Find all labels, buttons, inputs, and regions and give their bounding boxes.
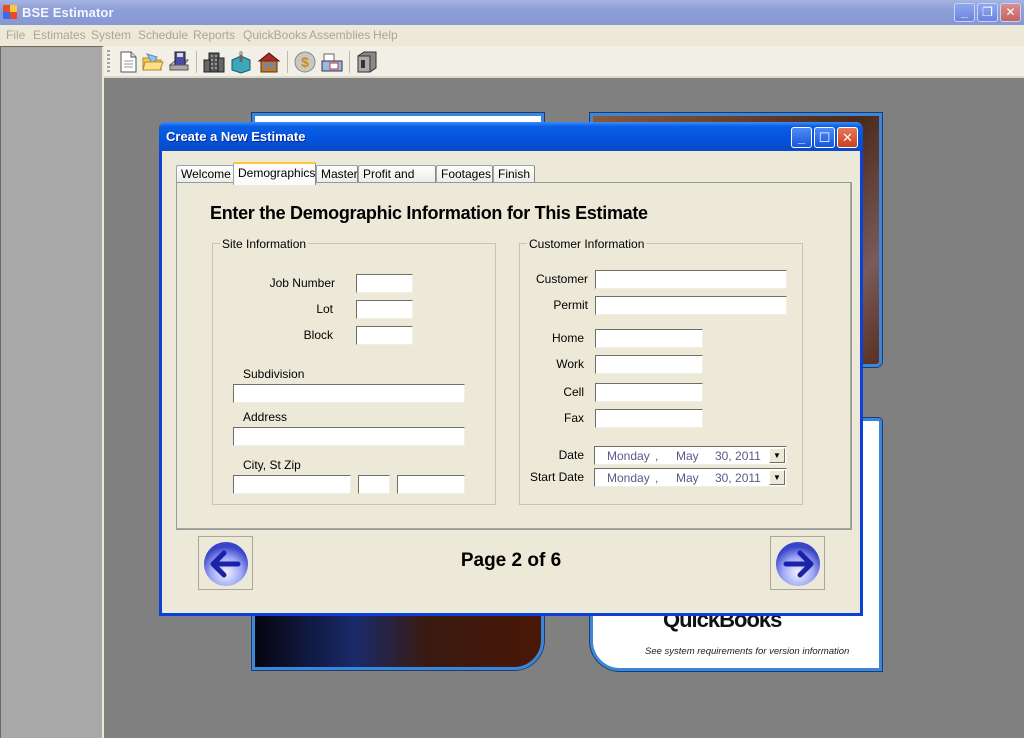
start-date-separator: , — [655, 471, 659, 485]
customer-label: Customer — [535, 272, 588, 286]
dialog-title: Create a New Estimate — [166, 129, 306, 144]
dialog-close-button[interactable]: ✕ — [837, 127, 858, 148]
fax-input[interactable] — [595, 409, 703, 428]
building-icon[interactable] — [202, 50, 226, 74]
date-month: May — [676, 449, 699, 463]
start-date-day-year: 30, 2011 — [715, 471, 761, 485]
menu-assemblies[interactable]: Assemblies — [309, 28, 370, 42]
block-input[interactable] — [356, 326, 413, 345]
state-input[interactable] — [358, 475, 390, 494]
city-st-zip-label: City, St Zip — [243, 458, 301, 472]
safe-icon[interactable] — [355, 50, 379, 74]
app-title: BSE Estimator — [22, 5, 114, 20]
menu-reports[interactable]: Reports — [193, 28, 235, 42]
page-heading: Enter the Demographic Information for Th… — [210, 203, 648, 223]
save-disk-icon[interactable] — [167, 50, 191, 74]
date-weekday: Monday — [607, 449, 650, 463]
demographics-tab-panel: Enter the Demographic Information for Th… — [176, 182, 852, 530]
restore-button[interactable]: ❐ — [977, 3, 998, 22]
arrow-right-icon — [776, 542, 820, 586]
toolbar-separator — [287, 51, 288, 73]
chevron-down-icon[interactable]: ▼ — [769, 448, 785, 463]
work-phone-label: Work — [556, 357, 584, 371]
date-label: Date — [558, 448, 584, 462]
date-day-year: 30, 2011 — [715, 449, 761, 463]
app-title-bar: BSE Estimator _ ❐ ✕ — [0, 0, 1024, 25]
customer-input[interactable] — [595, 270, 787, 289]
start-date-month: May — [676, 471, 699, 485]
date-separator: , — [655, 449, 659, 463]
menu-help[interactable]: Help — [373, 28, 398, 42]
subdivision-input[interactable] — [233, 384, 465, 403]
toolbar: $ — [104, 46, 1024, 78]
start-date-picker[interactable]: Monday , May 30, 2011 ▼ — [594, 468, 787, 487]
dialog-title-bar[interactable]: Create a New Estimate _ ☐ ✕ — [159, 122, 863, 151]
splash-caption: See system requirements for version info… — [645, 646, 850, 657]
toolbar-separator — [196, 51, 197, 73]
menu-quickbooks[interactable]: QuickBooks — [243, 28, 307, 42]
new-document-icon[interactable] — [116, 50, 140, 74]
left-side-panel — [0, 46, 104, 738]
cell-phone-input[interactable] — [595, 383, 703, 402]
city-input[interactable] — [233, 475, 351, 494]
permit-label: Permit — [553, 298, 588, 312]
start-date-weekday: Monday — [607, 471, 650, 485]
dialog-maximize-button[interactable]: ☐ — [814, 127, 835, 148]
menu-schedule[interactable]: Schedule — [138, 28, 188, 42]
permit-input[interactable] — [595, 296, 787, 315]
toolbar-grip[interactable] — [107, 50, 110, 74]
fax-label: Fax — [563, 411, 584, 425]
house-icon[interactable] — [257, 50, 281, 74]
site-information-legend: Site Information — [220, 237, 309, 251]
app-icon — [3, 5, 18, 20]
print-icon[interactable] — [320, 50, 344, 74]
customer-information-legend: Customer Information — [527, 237, 647, 251]
subdivision-label: Subdivision — [243, 367, 305, 381]
lot-label: Lot — [316, 302, 333, 316]
page-indicator: Page 2 of 6 — [460, 550, 562, 571]
date-picker[interactable]: Monday , May 30, 2011 ▼ — [594, 446, 787, 465]
job-number-input[interactable] — [356, 274, 413, 293]
menu-system[interactable]: System — [91, 28, 131, 42]
money-coin-icon[interactable]: $ — [293, 50, 317, 74]
minimize-button[interactable]: _ — [954, 3, 975, 22]
work-phone-input[interactable] — [595, 355, 703, 374]
toolbox-icon[interactable] — [229, 50, 253, 74]
menu-file[interactable]: File — [6, 28, 25, 42]
home-phone-input[interactable] — [595, 329, 703, 348]
site-information-group: Site Information Job Number Lot Block Su… — [212, 237, 496, 505]
start-date-label: Start Date — [529, 470, 584, 484]
svg-text:$: $ — [301, 54, 309, 70]
zip-input[interactable] — [397, 475, 465, 494]
lot-input[interactable] — [356, 300, 413, 319]
customer-information-group: Customer Information Customer Permit Hom… — [519, 237, 803, 505]
menu-estimates[interactable]: Estimates — [33, 28, 86, 42]
address-input[interactable] — [233, 427, 465, 446]
home-phone-label: Home — [551, 331, 584, 345]
create-estimate-dialog: Create a New Estimate _ ☐ ✕ Welcome Demo… — [159, 122, 863, 616]
close-button[interactable]: ✕ — [1000, 3, 1021, 22]
toolbar-separator — [349, 51, 350, 73]
block-label: Block — [303, 328, 333, 342]
open-folder-icon[interactable] — [141, 50, 165, 74]
menu-bar: File Estimates System Schedule Reports Q… — [0, 25, 1024, 46]
tab-demographics[interactable]: Demographics — [233, 162, 316, 185]
dialog-minimize-button[interactable]: _ — [791, 127, 812, 148]
chevron-down-icon[interactable]: ▼ — [769, 470, 785, 485]
job-number-label: Job Number — [269, 276, 335, 290]
next-page-button[interactable] — [770, 536, 825, 590]
cell-phone-label: Cell — [563, 385, 584, 399]
address-label: Address — [243, 410, 288, 424]
